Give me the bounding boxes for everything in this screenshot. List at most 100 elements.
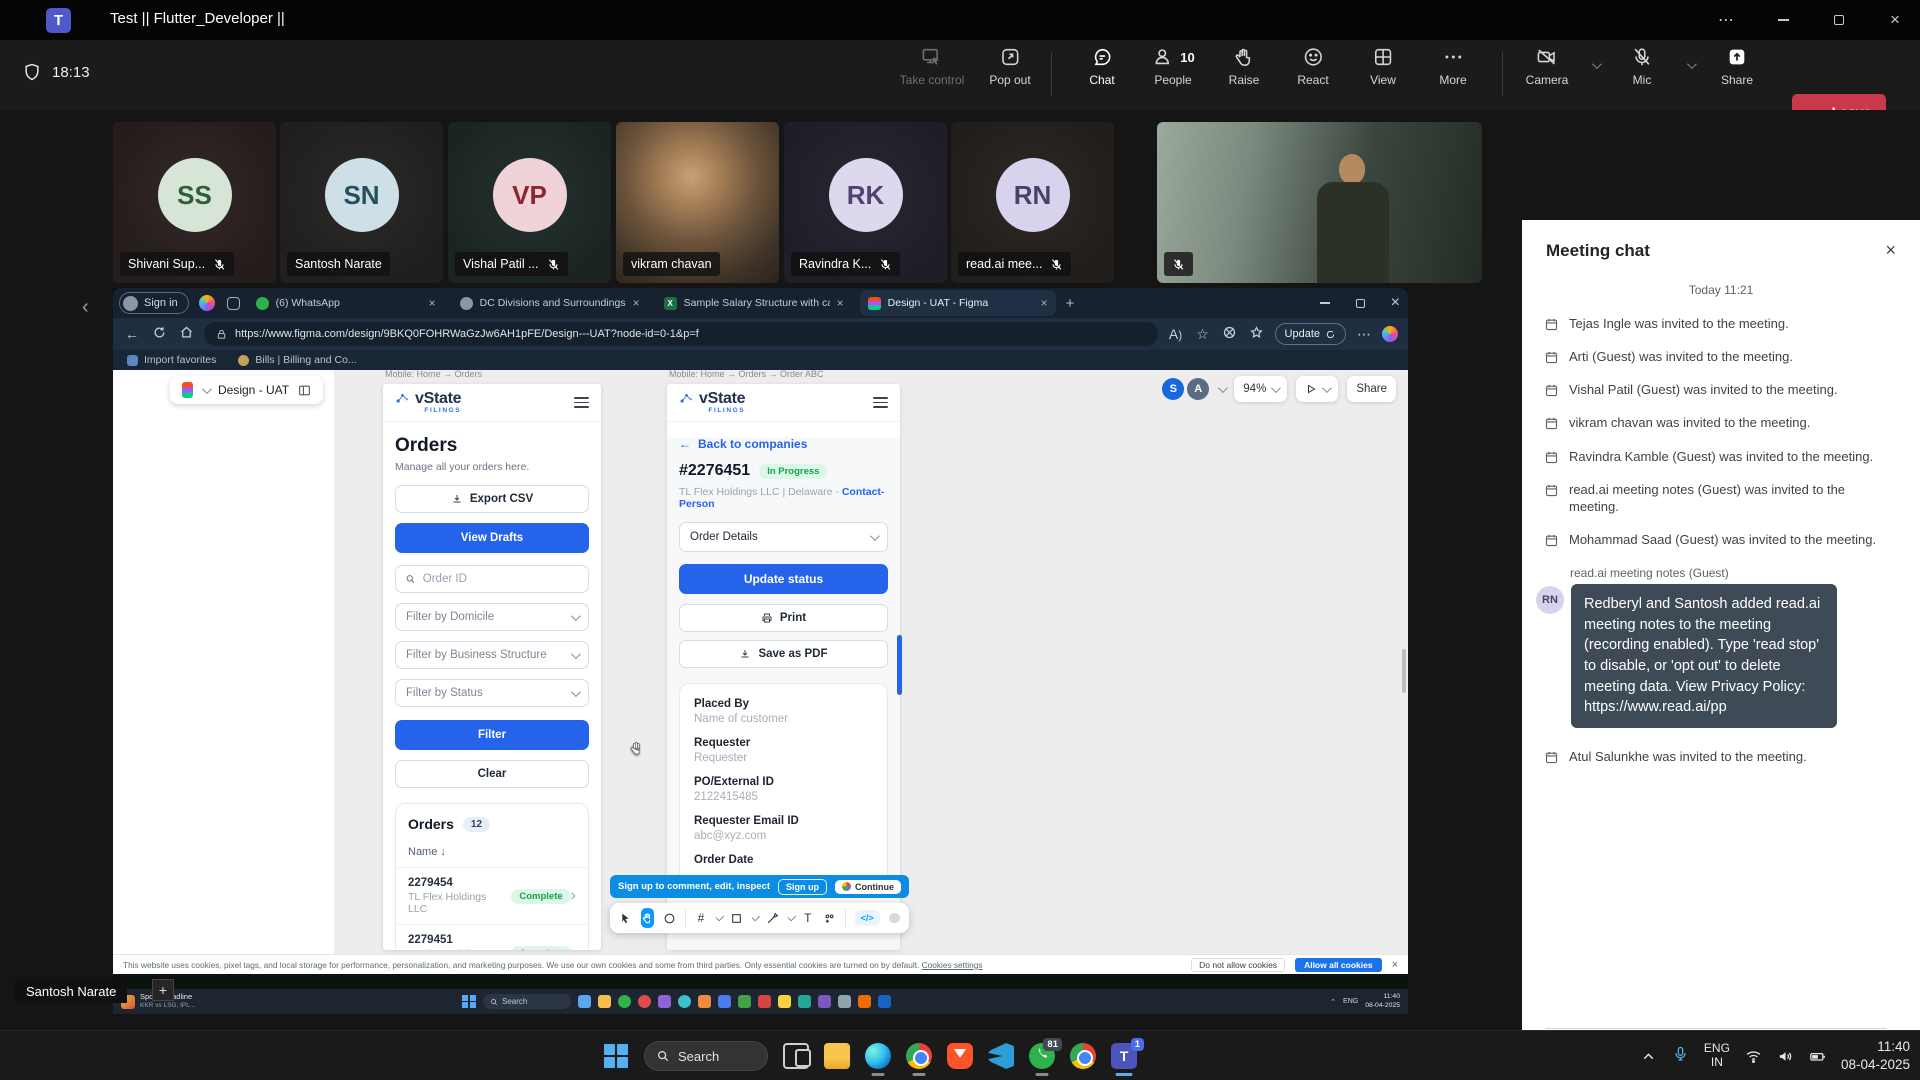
filter-status-select[interactable]: Filter by Status [395, 679, 589, 707]
browser-essentials-icon[interactable] [1221, 325, 1239, 343]
taskbar-clock[interactable]: 11:40 08-04-2025 [1841, 1038, 1910, 1073]
view-button[interactable]: View [1370, 46, 1396, 87]
cookie-close-icon[interactable]: × [1392, 959, 1398, 971]
present-button[interactable] [1296, 376, 1338, 402]
dev-mode-icon[interactable]: </> [855, 910, 880, 926]
shape-tool-icon[interactable] [730, 908, 743, 928]
hand-tool-icon[interactable] [641, 908, 654, 928]
tab-close-icon[interactable]: × [429, 296, 436, 310]
browser-tab[interactable]: DC Divisions and Surroundings× [452, 290, 648, 316]
favorite-star-icon[interactable]: ☆ [1194, 326, 1212, 343]
hamburger-menu-icon[interactable] [574, 394, 589, 411]
update-status-button[interactable]: Update status [679, 564, 888, 594]
zoom-level-dropdown[interactable]: 94% [1234, 376, 1287, 402]
edge-icon[interactable] [865, 1043, 891, 1069]
mic-button[interactable]: Mic [1631, 46, 1653, 87]
app-icon[interactable] [758, 995, 771, 1008]
frame-breadcrumb[interactable]: Mobile: Home → Orders → Order ABC [669, 370, 824, 379]
browser-minimize-button[interactable] [1320, 302, 1330, 303]
text-tool-icon[interactable]: T [801, 908, 814, 928]
presenter-clock[interactable]: 11:40 08-04-2025 [1365, 993, 1400, 1010]
app-icon[interactable] [658, 995, 671, 1008]
name-column-header[interactable]: Name ↓ [396, 844, 588, 867]
back-icon[interactable]: ← [123, 326, 141, 342]
react-button[interactable]: React [1297, 46, 1328, 87]
wifi-icon[interactable] [1745, 1048, 1762, 1065]
search-pill[interactable]: Search [483, 994, 571, 1009]
filter-button[interactable]: Filter [395, 720, 589, 750]
tiles-scroll-left-chevron[interactable]: ‹ [82, 296, 89, 319]
collaborator-avatar[interactable]: S [1162, 378, 1184, 400]
order-details-select[interactable]: Order Details [679, 522, 888, 552]
tab-close-icon[interactable]: × [1041, 296, 1048, 310]
favorites-bar-icon[interactable] [1248, 325, 1266, 343]
camera-button[interactable]: Camera [1526, 46, 1569, 87]
browser-tab[interactable]: X Sample Salary Structure with calc× [656, 290, 852, 316]
brave-icon[interactable] [947, 1043, 973, 1069]
app-icon[interactable] [778, 995, 791, 1008]
clear-button[interactable]: Clear [395, 760, 589, 788]
pop-out-button[interactable]: Pop out [989, 46, 1030, 87]
window-more-button[interactable]: ⋯ [1704, 0, 1750, 40]
browser-icon[interactable] [1070, 1043, 1096, 1069]
home-icon[interactable] [177, 325, 195, 343]
language-indicator[interactable]: ENG [1343, 998, 1358, 1005]
raise-hand-button[interactable]: Raise [1229, 46, 1260, 87]
participant-tile[interactable]: RK Ravindra K... [784, 122, 947, 283]
chevron-down-icon[interactable] [752, 912, 760, 920]
figma-frame-order-detail[interactable]: vStateFILINGS ←Back to companies #227645… [667, 384, 900, 950]
deny-cookies-button[interactable]: Do not allow cookies [1191, 958, 1285, 972]
copilot-icon[interactable] [1382, 326, 1398, 342]
participant-tile[interactable]: SN Santosh Narate [280, 122, 443, 283]
order-row[interactable]: 2279451TL Flex Holdings LLC Complete › [396, 924, 588, 950]
app-icon[interactable] [858, 995, 871, 1008]
filter-business-structure-select[interactable]: Filter by Business Structure [395, 641, 589, 669]
file-explorer-icon[interactable] [824, 1043, 850, 1069]
move-tool-icon[interactable] [619, 908, 632, 928]
chevron-up-icon[interactable]: ⌃ [1330, 998, 1336, 1006]
participant-tile[interactable]: VP Vishal Patil ... [448, 122, 611, 283]
chevron-down-icon[interactable] [1218, 383, 1228, 393]
actions-tool-icon[interactable] [823, 908, 836, 928]
app-icon[interactable] [698, 995, 711, 1008]
chevron-down-icon[interactable] [1322, 383, 1332, 393]
language-indicator[interactable]: ENGIN [1704, 1042, 1730, 1070]
chat-close-icon[interactable]: × [1885, 240, 1896, 261]
chrome-icon[interactable] [906, 1043, 932, 1069]
import-favorites-button[interactable]: Import favorites [127, 354, 216, 366]
window-maximize-button[interactable] [1816, 0, 1862, 40]
participant-tile[interactable]: RN read.ai mee... [951, 122, 1114, 283]
participant-tile[interactable]: SS Shivani Sup... [113, 122, 276, 283]
figma-share-button[interactable]: Share [1347, 376, 1396, 402]
chevron-down-icon[interactable] [716, 912, 724, 920]
figma-partial-frame[interactable] [113, 370, 334, 954]
chat-button[interactable]: Chat [1089, 46, 1114, 87]
figma-frame-orders[interactable]: vStateFILINGS Orders Manage all your ord… [383, 384, 601, 950]
chevron-down-icon[interactable] [787, 912, 795, 920]
filter-domicile-select[interactable]: Filter by Domicile [395, 603, 589, 631]
favorites-bookmark[interactable]: Bills | Billing and Co... [238, 354, 356, 366]
browser-tab-active[interactable]: Design - UAT - Figma× [860, 290, 1056, 316]
tab-close-icon[interactable]: × [837, 296, 844, 310]
start-icon[interactable] [462, 995, 476, 1009]
browser-menu-dots-icon[interactable]: ⋯ [1355, 326, 1373, 343]
address-bar[interactable]: https://www.figma.com/design/9BKQ0FOHRWa… [204, 322, 1158, 346]
cookie-settings-link[interactable]: Cookies settings [922, 960, 983, 970]
people-button[interactable]: 10 People [1151, 46, 1194, 87]
window-minimize-button[interactable] [1760, 0, 1806, 40]
battery-icon[interactable] [1809, 1048, 1826, 1065]
browser-update-button[interactable]: Update [1275, 323, 1346, 345]
mic-options-chevron[interactable] [1687, 59, 1697, 69]
hamburger-menu-icon[interactable] [873, 394, 888, 411]
sign-up-button[interactable]: Sign up [778, 879, 827, 895]
print-button[interactable]: Print [679, 604, 888, 632]
app-icon[interactable] [678, 995, 691, 1008]
app-icon[interactable] [738, 995, 751, 1008]
save-as-pdf-button[interactable]: Save as PDF [679, 640, 888, 668]
frame-breadcrumb[interactable]: Mobile: Home → Orders [385, 370, 482, 379]
browser-tab[interactable]: (6) WhatsApp× [248, 290, 444, 316]
canvas-scrollbar[interactable] [1402, 649, 1406, 693]
new-tab-button[interactable]: + [1066, 295, 1075, 312]
allow-cookies-button[interactable]: Allow all cookies [1295, 958, 1382, 972]
more-button[interactable]: More [1439, 46, 1466, 87]
